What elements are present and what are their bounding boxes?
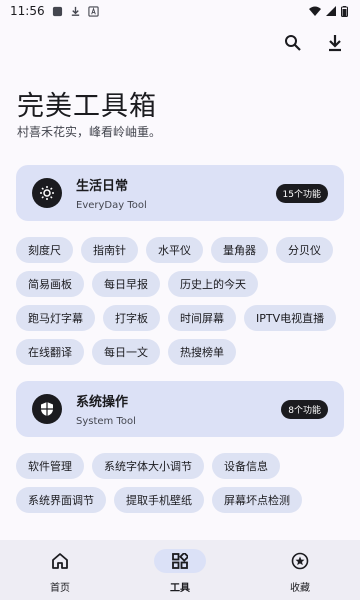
tool-chip[interactable]: 系统界面调节: [16, 487, 106, 513]
tool-chip[interactable]: 打字板: [103, 305, 160, 331]
tool-chip[interactable]: 量角器: [211, 237, 268, 263]
download-notification-icon: [71, 6, 79, 16]
tool-chip[interactable]: 软件管理: [16, 453, 84, 479]
category-card-system[interactable]: 系统操作 System Tool 8个功能: [16, 381, 344, 437]
wifi-icon: [309, 6, 321, 16]
tool-chip[interactable]: 屏幕坏点检测: [212, 487, 302, 513]
top-actions: [282, 32, 346, 54]
tool-chip[interactable]: 在线翻译: [16, 339, 84, 365]
shield-icon: [32, 394, 62, 424]
search-button[interactable]: [282, 32, 304, 54]
app-notification-icon: [52, 6, 62, 16]
tool-chip[interactable]: 分贝仪: [276, 237, 333, 263]
nav-item-favorites[interactable]: 收藏: [240, 540, 360, 600]
status-bar: 11:56: [0, 0, 360, 22]
tool-chip[interactable]: 热搜榜单: [168, 339, 236, 365]
category-card-everyday[interactable]: 生活日常 EveryDay Tool 15个功能: [16, 165, 344, 221]
battery-icon: [341, 5, 348, 17]
signal-icon: [326, 6, 336, 16]
tool-chip[interactable]: 刻度尺: [16, 237, 73, 263]
tool-chip[interactable]: 设备信息: [212, 453, 280, 479]
status-time: 11:56: [10, 4, 45, 18]
search-icon: [285, 35, 301, 51]
tool-chip-list: 刻度尺 指南针 水平仪 量角器 分贝仪 简易画板 每日早报 历史上的今天 跑马灯…: [16, 237, 344, 365]
download-icon: [329, 35, 341, 52]
nav-label: 工具: [170, 583, 190, 594]
download-button[interactable]: [324, 32, 346, 54]
nav-label: 首页: [50, 583, 70, 594]
tool-chip[interactable]: 提取手机壁纸: [114, 487, 204, 513]
text-notification-icon: [87, 5, 99, 17]
tool-chip[interactable]: 每日一文: [92, 339, 160, 365]
category-subtitle: EveryDay Tool: [76, 200, 147, 211]
bottom-navigation: 首页 工具 收藏: [0, 540, 360, 600]
tool-chip[interactable]: IPTV电视直播: [244, 305, 337, 331]
page-title: 完美工具箱: [17, 91, 157, 122]
nav-item-home[interactable]: 首页: [0, 540, 120, 600]
tool-chip[interactable]: 每日早报: [92, 271, 160, 297]
category-subtitle: System Tool: [76, 416, 136, 427]
page-subtitle: 村喜禾花实，峰看岭岫重。: [17, 125, 162, 139]
content: 生活日常 EveryDay Tool 15个功能 刻度尺 指南针 水平仪 量角器…: [16, 165, 344, 513]
tool-chip[interactable]: 指南针: [81, 237, 138, 263]
tool-chip-list: 软件管理 系统字体大小调节 设备信息 系统界面调节 提取手机壁纸 屏幕坏点检测: [16, 453, 344, 513]
tool-chip[interactable]: 时间屏幕: [168, 305, 236, 331]
category-title: 生活日常: [76, 179, 129, 194]
nav-item-tools[interactable]: 工具: [120, 540, 240, 600]
tool-chip[interactable]: 系统字体大小调节: [92, 453, 204, 479]
count-badge: 8个功能: [281, 399, 328, 419]
tool-chip[interactable]: 简易画板: [16, 271, 84, 297]
tool-chip[interactable]: 跑马灯字幕: [16, 305, 95, 331]
count-badge: 15个功能: [275, 183, 328, 203]
category-title: 系统操作: [76, 395, 129, 410]
grid-icon: [172, 553, 188, 569]
nav-label: 收藏: [290, 583, 310, 594]
tool-chip[interactable]: 历史上的今天: [168, 271, 258, 297]
home-icon: [52, 553, 68, 569]
star-icon: [291, 552, 309, 570]
tool-chip[interactable]: 水平仪: [146, 237, 203, 263]
sun-settings-icon: [32, 178, 62, 208]
